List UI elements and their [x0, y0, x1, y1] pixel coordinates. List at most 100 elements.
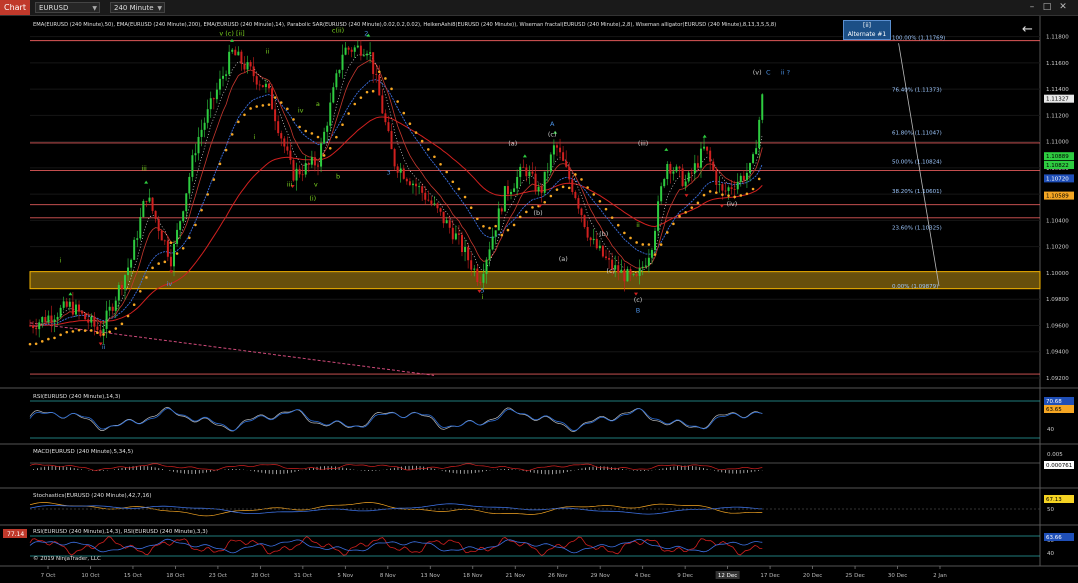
candle-body	[430, 200, 433, 204]
alternate-count-badge[interactable]: [ii] Alternate #1	[843, 20, 891, 40]
candle-body	[277, 121, 280, 134]
candle-body	[359, 45, 362, 56]
price-panel[interactable]	[30, 16, 1040, 388]
time-tick-label: 18 Oct	[166, 573, 185, 579]
candle-body	[626, 269, 629, 282]
candle-body	[295, 168, 298, 181]
candle-body	[494, 230, 497, 237]
candle-body	[166, 240, 169, 257]
candle-body	[718, 184, 721, 185]
candle-body	[460, 234, 463, 253]
candle-body	[503, 186, 506, 212]
candle-body	[608, 258, 611, 260]
candle-body	[644, 265, 647, 267]
sar-dot	[157, 262, 160, 265]
candle-body	[415, 183, 418, 187]
candle-body	[111, 306, 114, 311]
time-tick-label: 10 Oct	[81, 573, 100, 579]
time-tick-label: 28 Oct	[251, 573, 270, 579]
wave-label: i	[59, 256, 61, 264]
sar-dot	[549, 194, 553, 198]
sar-dot	[249, 107, 252, 110]
candle-body	[500, 208, 503, 212]
sar-dot	[561, 185, 565, 189]
wave-label: i	[482, 293, 484, 301]
sar-dot	[665, 231, 669, 234]
fib-level-label: 0.00% (1.09879)	[892, 284, 938, 290]
candle-body	[191, 155, 194, 177]
candle-body	[212, 98, 215, 100]
wave-label: ii	[636, 221, 640, 229]
time-tick-label: 30 Dec	[888, 573, 907, 579]
sar-dot	[672, 222, 675, 226]
rsi-dual-panel: 604063.66	[29, 533, 1074, 557]
candle-body	[163, 240, 166, 242]
chart-canvas[interactable]: v (c) [ii] c(ii) 2iiiiiivabiiii v(i)3iviii5…	[0, 0, 1078, 583]
candle-body	[638, 268, 641, 276]
sar-dot	[623, 231, 626, 235]
sar-dot	[102, 333, 105, 336]
sar-dot	[188, 236, 191, 240]
price-marker-label: 1.10889	[1046, 154, 1069, 160]
candle-body	[513, 188, 516, 192]
candle-body	[488, 249, 491, 260]
candle-body	[378, 74, 381, 96]
sar-dot	[175, 252, 179, 255]
candle-body	[200, 129, 203, 137]
wave-label: ii	[266, 48, 270, 56]
candle-body	[182, 211, 185, 222]
sar-dot	[733, 195, 736, 199]
candle-body	[424, 192, 427, 200]
price-tick: 1.09600	[1046, 323, 1069, 329]
price-marker-label: 1.11327	[1046, 97, 1069, 103]
candle-body	[549, 154, 552, 172]
wave-label: ii ?	[781, 69, 790, 77]
sar-dot	[341, 123, 344, 126]
sar-dot	[108, 330, 111, 334]
candle-body	[206, 109, 209, 123]
wave-label: 2	[364, 29, 368, 37]
candle-body	[491, 236, 494, 250]
sar-dot	[463, 195, 467, 199]
candle-body	[255, 76, 258, 85]
wave-label: (c)	[548, 130, 557, 138]
candle-body	[574, 192, 577, 199]
sar-dot	[439, 162, 442, 166]
candle-body	[274, 109, 277, 122]
candle-body	[411, 183, 414, 186]
wave-label: v	[314, 180, 318, 188]
sar-dot	[371, 89, 375, 93]
price-tick: 1.09800	[1046, 297, 1069, 303]
wave-label: 3	[386, 168, 390, 176]
sar-dot	[353, 102, 357, 106]
wave-label: (c)	[634, 296, 643, 304]
candle-body	[218, 78, 221, 90]
candle-body	[243, 63, 246, 70]
sar-dot	[53, 336, 56, 340]
candle-body	[510, 191, 513, 195]
candle-body	[264, 83, 267, 88]
candle-body	[176, 229, 179, 244]
candle-body	[117, 285, 120, 301]
candle-body	[366, 53, 369, 56]
sar-dot	[377, 70, 381, 74]
sar-dot	[433, 155, 436, 159]
candle-body	[225, 74, 228, 76]
wave-label: (a)	[508, 140, 517, 148]
candle-body	[90, 316, 93, 323]
sar-dot	[567, 186, 571, 190]
price-axis: 1.11800 1.11600 1.11400 1.11200 1.11000 1.108…	[1046, 35, 1069, 382]
candle-body	[38, 322, 41, 330]
candle-body	[252, 66, 255, 77]
candle-body	[604, 256, 607, 259]
wave-label: iii	[141, 165, 147, 173]
candle-body	[369, 52, 372, 54]
oscillator-tick: 40	[1047, 551, 1054, 557]
candle-body	[678, 166, 681, 169]
candle-body	[485, 259, 488, 274]
candle-body	[222, 75, 225, 79]
candle-body	[120, 285, 123, 290]
candle-body	[445, 220, 448, 224]
back-arrow-icon[interactable]: ←	[1022, 22, 1033, 37]
sar-dot	[580, 178, 583, 181]
